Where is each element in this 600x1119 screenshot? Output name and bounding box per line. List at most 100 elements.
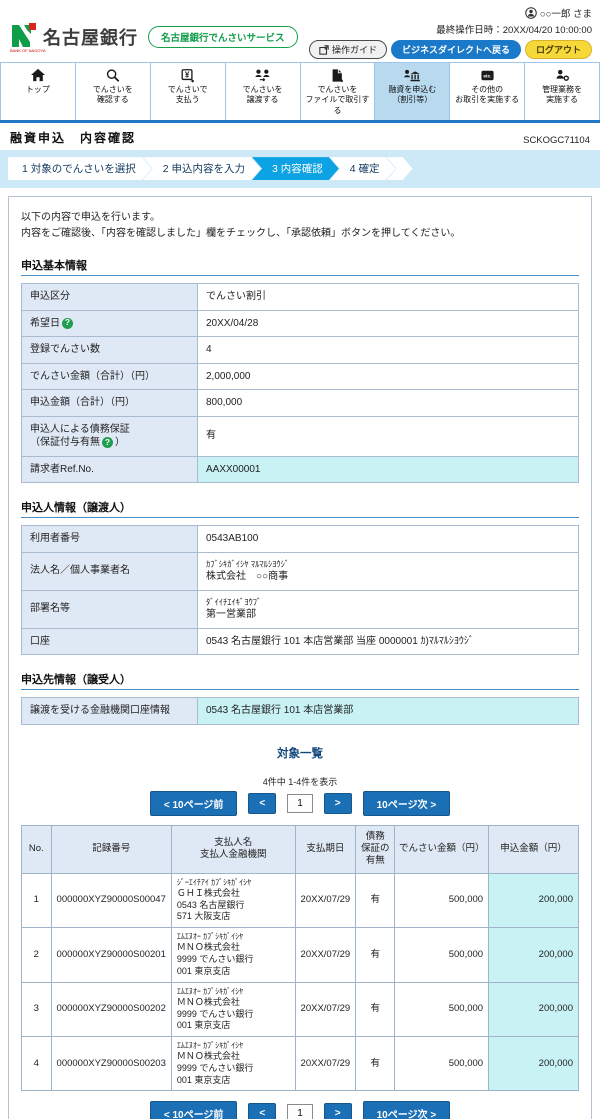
nav-item-other-transactions[interactable]: etc. その他のお取引を実施する xyxy=(449,63,524,120)
table-row: 申込金額（合計）（円） 800,000 xyxy=(22,390,579,417)
page-title: 融資申込 内容確認 xyxy=(10,129,136,146)
user-line: ○○一郎 さま xyxy=(309,6,592,20)
nav-item-apply-loan[interactable]: 融資を申込む（割引等） xyxy=(374,63,449,120)
section-destination-info-title: 申込先情報（譲受人） xyxy=(21,671,579,690)
table-row: 法人名／個人事業者名 ｶﾌﾞｼｷｶﾞｲｼﾔ ﾏﾙﾏﾙｼﾖｳｼﾞ株式会社 ○○商事 xyxy=(22,552,579,590)
service-badge: 名古屋銀行でんさいサービス xyxy=(148,26,298,48)
row-label: 申込人による債務保証 xyxy=(30,424,130,435)
row-value-highlighted: 0543 名古屋銀行 101 本店営業部 xyxy=(198,698,579,725)
row-label: 登録でんさい数 xyxy=(22,337,198,364)
row-value: でんさい割引 xyxy=(198,284,579,311)
step-1-select: 1 対象のでんさいを選択 xyxy=(8,157,152,180)
main-nav: トップ でんさいを確認する ¥ でんさいで支払う でんさいを譲渡する でんさいを… xyxy=(0,62,600,123)
bank-name: 名古屋銀行 xyxy=(43,24,138,50)
col-record-no: 記録番号 xyxy=(51,825,171,873)
row-value: 有 xyxy=(198,416,579,456)
home-icon xyxy=(2,67,74,83)
row-label: 希望日 xyxy=(30,318,60,329)
table-row: でんさい金額（合計）（円） 2,000,000 xyxy=(22,363,579,390)
help-icon[interactable] xyxy=(102,437,113,448)
step-4-complete: 4 確定 xyxy=(330,157,396,180)
pager-top: < 10ページ前 < 1 > 10ページ次 > xyxy=(21,791,579,816)
target-list-title: 対象一覧 xyxy=(21,745,579,761)
table-row: 部署名等 ﾀﾞｲｲﾁｴｲｷﾞﾖｳﾌﾞ第一営業部 xyxy=(22,590,579,628)
content-box: 以下の内容で申込を行います。 内容をご確認後、「内容を確認しました」欄をチェック… xyxy=(8,196,592,1119)
col-payer: 支払人名支払人金融機関 xyxy=(171,825,295,873)
table-row: 登録でんさい数 4 xyxy=(22,337,579,364)
prev-page-button[interactable]: < xyxy=(248,1103,276,1119)
current-page-box: 1 xyxy=(287,1104,313,1119)
header-buttons: 操作ガイド ビジネスダイレクトへ戻る ログアウト xyxy=(309,40,592,59)
nav-item-transfer-densai[interactable]: でんさいを譲渡する xyxy=(225,63,300,120)
person-bank-icon xyxy=(376,67,448,83)
business-direct-button[interactable]: ビジネスダイレクトへ戻る xyxy=(391,40,521,59)
row-label: 口座 xyxy=(22,628,198,655)
people-transfer-icon xyxy=(227,67,299,83)
basic-info-table: 申込区分 でんさい割引 希望日 20XX/04/28 登録でんさい数 4 でんさ… xyxy=(21,283,579,483)
logout-button[interactable]: ログアウト xyxy=(525,40,592,59)
row-value: 4 xyxy=(198,337,579,364)
table-row: 請求者Ref.No. AAXX00001 xyxy=(22,456,579,483)
intro-text: 以下の内容で申込を行います。 内容をご確認後、「内容を確認しました」欄をチェック… xyxy=(21,210,579,241)
table-row: 4 000000XYZ90000S00203 ｴﾑｴﾇｵｰ ｶﾌﾞｼｷｶﾞｲｼﾔ… xyxy=(22,1037,579,1091)
next-10-pages-button[interactable]: 10ページ次 > xyxy=(363,791,451,816)
header-right: ○○一郎 さま 最終操作日時：20XX/04/20 10:00:00 操作ガイド… xyxy=(309,6,592,59)
section-applicant-info-title: 申込人情報（譲渡人） xyxy=(21,499,579,518)
row-label: 請求者Ref.No. xyxy=(22,456,198,483)
table-header-row: No. 記録番号 支払人名支払人金融機関 支払期日 債務保証の有無 でんさい金額… xyxy=(22,825,579,873)
row-value: ｶﾌﾞｼｷｶﾞｲｼﾔ ﾏﾙﾏﾙｼﾖｳｼﾞ株式会社 ○○商事 xyxy=(198,552,579,590)
row-value: 0543AB100 xyxy=(198,526,579,553)
next-page-button[interactable]: > xyxy=(324,1103,352,1119)
steps-band: 1 対象のでんさいを選択 2 申込内容を入力 3 内容確認 4 確定 xyxy=(0,150,600,188)
yen-pay-icon: ¥ xyxy=(152,67,224,83)
prev-10-pages-button[interactable]: < 10ページ前 xyxy=(150,791,238,816)
result-count: 4件中 1-4件を表示 xyxy=(21,775,579,788)
row-label: 申込区分 xyxy=(22,284,198,311)
prev-10-pages-button[interactable]: < 10ページ前 xyxy=(150,1101,238,1119)
help-icon[interactable] xyxy=(62,318,73,329)
col-apply-amount: 申込金額（円） xyxy=(489,825,579,873)
next-page-button[interactable]: > xyxy=(324,793,352,814)
header: BANK OF NAGOYA 名古屋銀行 名古屋銀行でんさいサービス ○○一郎 … xyxy=(0,0,600,62)
search-icon xyxy=(77,67,149,83)
table-row: 譲渡を受ける金融機関口座情報 0543 名古屋銀行 101 本店営業部 xyxy=(22,698,579,725)
row-label: でんさい金額（合計）（円） xyxy=(22,363,198,390)
current-page-box: 1 xyxy=(287,794,313,813)
title-row: 融資申込 内容確認 SCKOGC71104 xyxy=(0,123,600,150)
table-row: 希望日 20XX/04/28 xyxy=(22,310,579,337)
operation-guide-label: 操作ガイド xyxy=(332,43,377,56)
target-list-table: No. 記録番号 支払人名支払人金融機関 支払期日 債務保証の有無 でんさい金額… xyxy=(21,825,579,1092)
row-value: 0543 名古屋銀行 101 本店営業部 当座 0000001 ｶ)ﾏﾙﾏﾙｼﾖ… xyxy=(198,628,579,655)
col-guarantee: 債務保証の有無 xyxy=(356,825,395,873)
section-basic-info-title: 申込基本情報 xyxy=(21,257,579,276)
person-gear-icon xyxy=(526,67,598,83)
user-icon xyxy=(525,7,537,19)
external-link-icon xyxy=(319,45,329,55)
row-label: 部署名等 xyxy=(22,590,198,628)
col-no: No. xyxy=(22,825,52,873)
next-10-pages-button[interactable]: 10ページ次 > xyxy=(363,1101,451,1119)
row-label: 申込金額（合計）（円） xyxy=(22,390,198,417)
prev-page-button[interactable]: < xyxy=(248,793,276,814)
etc-icon: etc. xyxy=(451,67,523,83)
nav-item-pay-densai[interactable]: ¥ でんさいで支払う xyxy=(150,63,225,120)
table-row: 申込人による債務保証 （保証付与有無） 有 xyxy=(22,416,579,456)
nav-item-admin-tasks[interactable]: 管理業務を実施する xyxy=(524,63,600,120)
step-3-confirm: 3 内容確認 xyxy=(252,157,339,180)
col-due-date: 支払期日 xyxy=(295,825,356,873)
row-label: 法人名／個人事業者名 xyxy=(22,552,198,590)
nav-item-confirm-densai[interactable]: でんさいを確認する xyxy=(75,63,150,120)
svg-text:etc.: etc. xyxy=(483,73,491,79)
row-value: 800,000 xyxy=(198,390,579,417)
destination-info-table: 譲渡を受ける金融機関口座情報 0543 名古屋銀行 101 本店営業部 xyxy=(21,697,579,725)
nav-item-file-transaction[interactable]: でんさいをファイルで取引する xyxy=(300,63,375,120)
row-value-highlighted: AAXX00001 xyxy=(198,456,579,483)
nav-item-top[interactable]: トップ xyxy=(0,63,75,120)
bank-logo-icon: BANK OF NAGOYA xyxy=(10,22,37,52)
operation-guide-button[interactable]: 操作ガイド xyxy=(309,40,387,59)
table-row: 利用者番号 0543AB100 xyxy=(22,526,579,553)
page-root: BANK OF NAGOYA 名古屋銀行 名古屋銀行でんさいサービス ○○一郎 … xyxy=(0,0,600,1119)
row-value: 2,000,000 xyxy=(198,363,579,390)
svg-text:¥: ¥ xyxy=(185,70,190,79)
last-operation-time: 最終操作日時：20XX/04/20 10:00:00 xyxy=(309,22,592,36)
